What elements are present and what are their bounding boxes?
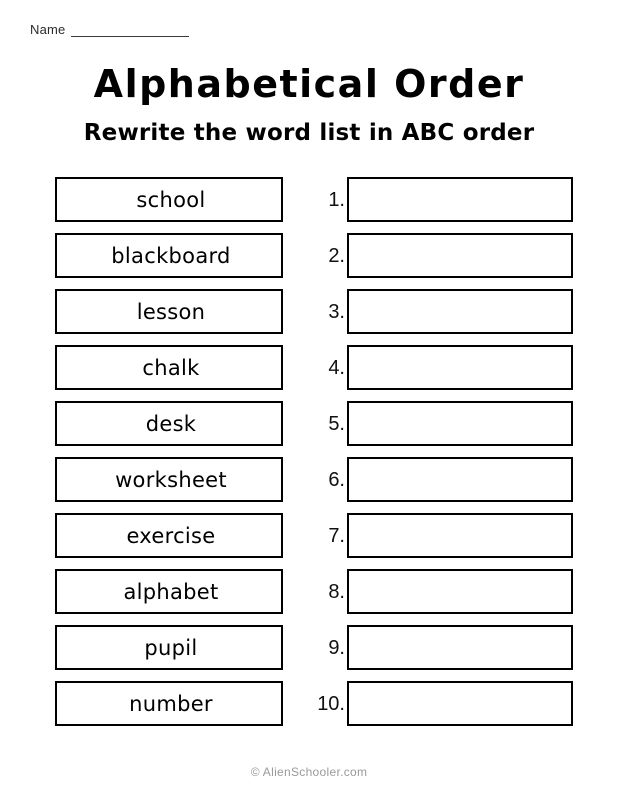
answer-number: 1. [328, 188, 345, 211]
word-text: chalk [142, 355, 200, 380]
word-box: blackboard [55, 233, 283, 278]
worksheet-row: lesson 3. [0, 289, 618, 334]
word-text: pupil [144, 635, 198, 660]
word-box: exercise [55, 513, 283, 558]
answer-number: 9. [328, 636, 345, 659]
answer-number: 8. [328, 580, 345, 603]
answer-number: 10. [317, 692, 345, 715]
word-box: worksheet [55, 457, 283, 502]
worksheet-row: worksheet 6. [0, 457, 618, 502]
word-text: alphabet [123, 579, 219, 604]
word-box: alphabet [55, 569, 283, 614]
worksheet-row: chalk 4. [0, 345, 618, 390]
word-box: pupil [55, 625, 283, 670]
worksheet-grid: school 1. blackboard 2. lesson 3. chalk … [0, 177, 618, 726]
answer-box[interactable] [347, 233, 573, 278]
answer-number: 6. [328, 468, 345, 491]
answer-box[interactable] [347, 345, 573, 390]
answer-number: 5. [328, 412, 345, 435]
answer-number: 7. [328, 524, 345, 547]
word-text: lesson [136, 299, 206, 324]
worksheet-row: blackboard 2. [0, 233, 618, 278]
page-title: Alphabetical Order [93, 62, 525, 106]
name-blank-line[interactable] [71, 25, 190, 37]
word-box: chalk [55, 345, 283, 390]
word-text: number [129, 691, 213, 716]
name-label: Name [30, 22, 66, 37]
footer-credit: © AlienSchooler.com [250, 765, 368, 779]
answer-box[interactable] [347, 625, 573, 670]
worksheet-row: exercise 7. [0, 513, 618, 558]
answer-box[interactable] [347, 681, 573, 726]
word-box: school [55, 177, 283, 222]
word-text: school [136, 187, 206, 212]
answer-box[interactable] [347, 401, 573, 446]
answer-number: 2. [328, 244, 345, 267]
page-subtitle: Rewrite the word list in ABC order [83, 120, 535, 146]
name-field-row: Name [30, 22, 190, 37]
worksheet-page: Name Alphabetical Order Rewrite the word… [0, 0, 618, 800]
word-box: desk [55, 401, 283, 446]
answer-box[interactable] [347, 569, 573, 614]
answer-box[interactable] [347, 177, 573, 222]
answer-box[interactable] [347, 457, 573, 502]
worksheet-row: desk 5. [0, 401, 618, 446]
worksheet-row: pupil 9. [0, 625, 618, 670]
worksheet-row: school 1. [0, 177, 618, 222]
answer-box[interactable] [347, 289, 573, 334]
word-box: lesson [55, 289, 283, 334]
worksheet-row: alphabet 8. [0, 569, 618, 614]
worksheet-row: number 10. [0, 681, 618, 726]
word-text: desk [145, 411, 197, 436]
answer-number: 4. [328, 356, 345, 379]
word-box: number [55, 681, 283, 726]
word-text: blackboard [111, 243, 231, 268]
word-text: worksheet [115, 467, 227, 492]
word-text: exercise [126, 523, 216, 548]
answer-number: 3. [328, 300, 345, 323]
answer-box[interactable] [347, 513, 573, 558]
